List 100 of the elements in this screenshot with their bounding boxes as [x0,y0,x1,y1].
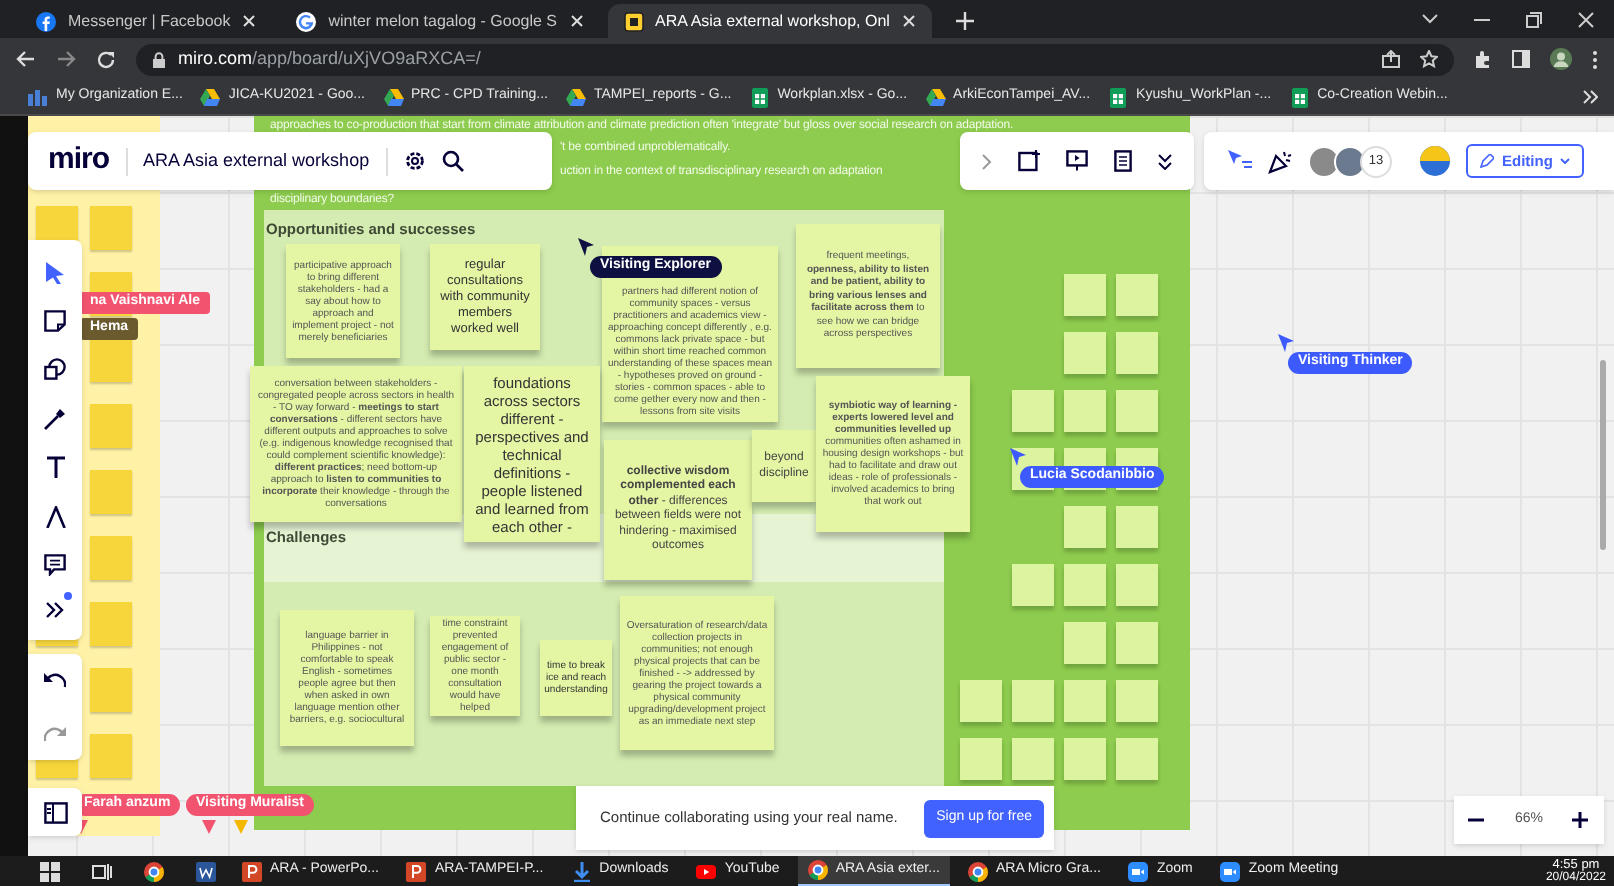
cursor-arrow-icon [1010,448,1026,466]
double-chevron-right-icon[interactable] [46,602,64,619]
restore-icon[interactable] [1526,11,1542,27]
board-icon [623,11,644,31]
search-icon[interactable] [441,150,464,172]
slides-icon [242,861,262,881]
cursor-arrow-icon [1278,334,1294,352]
close-icon[interactable] [901,14,916,28]
sticky-note [960,680,1002,722]
sticky-note [1064,738,1106,780]
drive-icon [565,87,586,107]
lock-icon [152,51,166,67]
windows-icon [40,861,60,881]
sticky-note [1064,332,1106,374]
letter-a-icon[interactable] [45,505,65,528]
facebook-icon [36,11,56,31]
sticky-note [1116,274,1158,316]
undo-icon[interactable] [44,672,66,689]
sticky-note-icon[interactable] [44,310,66,333]
comment-icon[interactable] [44,553,66,576]
sticky-note [90,602,132,646]
close-icon[interactable] [242,14,257,28]
caret-icon [1560,158,1571,164]
chrome-icon [807,860,828,880]
redo-icon[interactable] [44,725,66,742]
cursor-arrow-icon [578,238,594,256]
chevron-down-icon[interactable] [1422,14,1438,24]
plus-icon[interactable] [1572,812,1589,828]
text-icon[interactable] [45,456,65,479]
document-icon[interactable] [1114,150,1133,172]
close-icon[interactable] [569,14,584,28]
slides-icon [406,861,427,881]
sticky-note [960,738,1002,780]
triangle-icon [202,820,216,834]
sticky-note [1116,680,1158,722]
presentation-icon[interactable] [1065,150,1088,172]
video-camera-icon [1220,861,1241,881]
browser-tab[interactable]: ARA Asia external workshop, Onl [607,4,932,38]
sticky-note [1064,274,1106,316]
google-icon [296,11,317,31]
shapes-icon[interactable] [44,358,66,381]
drive-icon [200,87,221,107]
sticky-note [90,404,132,448]
spreadsheet-icon [1289,87,1310,107]
star-icon[interactable] [1420,50,1438,68]
avatar[interactable] [1334,145,1366,177]
minus-icon[interactable] [1468,818,1485,822]
board-title[interactable]: ARA Asia external workshop [143,147,370,175]
sticky-note [1116,390,1158,432]
chrome-icon [967,861,988,881]
avatar[interactable] [1308,145,1340,177]
avatar-icon[interactable] [1550,48,1572,70]
sticky-note [1116,622,1158,664]
logo[interactable]: miro [48,138,110,184]
minimize-icon[interactable] [1474,17,1490,21]
double-chevron-down-icon[interactable] [1158,153,1173,169]
sticky-note [1064,506,1106,548]
sticky-note [90,206,132,250]
chevron-right-icon[interactable] [981,153,992,169]
browser-tab[interactable]: Messenger | Facebook [20,4,273,38]
sticky-note [1064,564,1106,606]
pen-icon[interactable] [44,407,66,430]
chrome-icon [144,861,164,881]
sticky-note [1012,738,1054,780]
spreadsheet-icon [1108,87,1129,107]
word-icon [196,861,216,881]
back-arrow-icon[interactable] [16,50,36,68]
sticky-add-icon[interactable] [1017,150,1040,172]
user-color-icon[interactable] [1420,146,1450,176]
sticky-note [1012,680,1054,722]
browser-tab[interactable]: winter melon tagalog - Google S [280,4,600,38]
menu-dots-icon[interactable] [1592,49,1598,69]
sticky-note [1012,390,1054,432]
cursor-icon[interactable] [46,261,64,284]
pencil-icon [1480,154,1494,168]
cursor-icon[interactable] [1228,150,1252,172]
sticky-note [90,338,132,382]
close-icon[interactable] [1578,11,1594,27]
reload-icon[interactable] [96,49,116,69]
address-bar[interactable]: miro.com/app/board/uXjVO9aRXCA=/ [136,43,1454,75]
sticky-note [1116,738,1158,780]
sticky-note [1012,564,1054,606]
settings-icon[interactable] [403,150,426,172]
forward-arrow-icon[interactable] [56,50,76,68]
task-view-icon [92,861,112,881]
drive-icon [383,87,404,107]
org-icon [28,87,48,107]
url-text: miro.com/app/board/uXjVO9aRXCA=/ [178,45,481,72]
sticky-note [90,734,132,778]
share-icon[interactable] [1382,50,1400,68]
party-popper-icon[interactable] [1268,149,1292,173]
sticky-note [90,668,132,712]
sidebar-icon[interactable] [43,801,67,823]
sticky-note [1064,390,1106,432]
sticky-note [1116,564,1158,606]
sticky-note [90,536,132,580]
double-chevron-icon[interactable] [1582,90,1598,104]
sticky-note [1064,680,1106,722]
spreadsheet-icon [749,87,770,107]
puzzle-icon[interactable] [1474,50,1492,68]
